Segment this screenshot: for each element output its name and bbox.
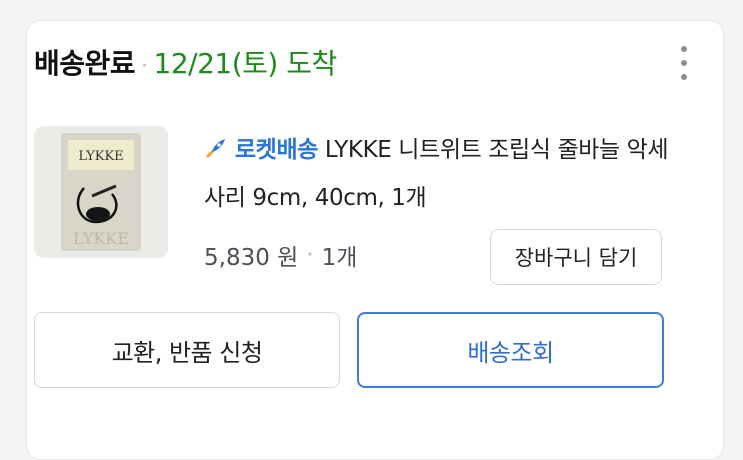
more-menu-icon[interactable] (677, 46, 691, 80)
product-quantity: 1개 (321, 245, 358, 271)
delivery-status: 배송완료 (34, 47, 136, 80)
separator-dot: · (141, 54, 148, 79)
price-line: 5,830 원 · 1개 (204, 238, 357, 272)
svg-text:LYKKE: LYKKE (73, 229, 129, 248)
exchange-return-button[interactable]: 교환, 반품 신청 (34, 312, 340, 388)
order-header: 배송완료 · 12/21(토) 도착 (34, 42, 337, 82)
product-price: 5,830 원 (204, 245, 299, 271)
rocket-delivery-badge: 로켓배송 (234, 137, 318, 163)
rocket-icon (204, 137, 235, 163)
product-title-block[interactable]: 로켓배송 LYKKE 니트위트 조립식 줄바늘 악세사리 9cm, 40cm, … (204, 126, 674, 222)
track-delivery-button[interactable]: 배송조회 (357, 312, 664, 388)
arrival-date: 12/21(토) 도착 (153, 47, 338, 80)
add-to-cart-button[interactable]: 장바구니 담기 (490, 229, 662, 285)
thumbnail-brand-text: LYKKE (78, 149, 123, 164)
separator-dot: · (306, 242, 314, 268)
product-thumbnail[interactable]: LYKKE LYKKE (34, 126, 168, 258)
